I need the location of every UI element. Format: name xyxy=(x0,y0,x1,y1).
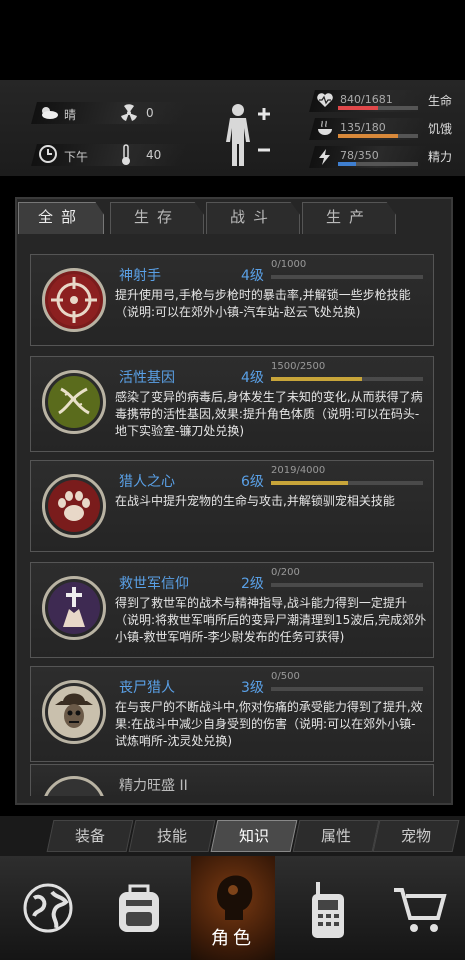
skill-level: 4级 xyxy=(241,370,264,386)
sub-tab-knowledge[interactable]: 知识 xyxy=(210,820,298,852)
clock-icon xyxy=(39,145,57,163)
tab-survival[interactable]: 生存 xyxy=(110,202,204,234)
zombie-hunter-icon xyxy=(42,680,106,744)
skill-progress-bar xyxy=(271,377,423,381)
skill-card[interactable]: 救世军信仰 2级 0/200 得到了救世军的战术与精神指导,战斗能力得到一定提升… xyxy=(30,562,434,658)
paw-icon xyxy=(42,474,106,538)
energy-value: 78/350 xyxy=(340,149,379,162)
hunger-bar xyxy=(338,134,418,138)
radiation-value: 0 xyxy=(146,106,154,120)
sub-tab-skills[interactable]: 技能 xyxy=(128,820,216,852)
health-label: 生命 xyxy=(428,94,453,108)
skill-name: 活性基因 xyxy=(119,370,175,386)
skill-card[interactable]: 神射手 4级 0/1000 提升使用弓,手枪与步枪时的暴击率,并解锁一些步枪技能… xyxy=(30,254,434,346)
praying-cross-icon xyxy=(42,576,106,640)
skill-level: 6级 xyxy=(241,474,264,490)
main-nav: 角色 xyxy=(0,856,465,960)
body-status-icon[interactable] xyxy=(222,102,274,168)
nav-map[interactable] xyxy=(6,856,90,960)
weather-cloud-sun-icon xyxy=(42,107,58,119)
sub-tab-equipment[interactable]: 装备 xyxy=(46,820,134,852)
sub-tab-bar: 装备 技能 知识 属性 宠物 xyxy=(0,816,465,856)
backpack-icon xyxy=(119,884,159,932)
status-header: 晴 0 下午 40 840/1681 生命 135/180 饥饿 78/350 … xyxy=(0,80,465,176)
tab-combat[interactable]: 战斗 xyxy=(206,202,300,234)
skill-name: 神射手 xyxy=(119,268,161,284)
skill-name: 精力旺盛 II xyxy=(119,778,188,794)
skill-card[interactable]: 丧尸猎人 3级 0/500 在与丧尸的不断战斗中,你对伤痛的承受能力得到了提升,… xyxy=(30,666,434,762)
skill-list[interactable]: 神射手 4级 0/1000 提升使用弓,手枪与步枪时的暴击率,并解锁一些步枪技能… xyxy=(26,234,438,796)
skill-description: 在战斗中提升宠物的生命与攻击,并解锁驯宠相关技能 xyxy=(115,494,395,508)
skill-card[interactable]: 猎人之心 6级 2019/4000 在战斗中提升宠物的生命与攻击,并解锁驯宠相关… xyxy=(30,460,434,552)
nav-inventory[interactable] xyxy=(96,856,180,960)
nav-character-label: 角色 xyxy=(211,928,255,949)
skill-description: 感染了变异的病毒后,身体发生了未知的变化,从而获得了病毒携带的活性基因,效果:提… xyxy=(115,390,423,438)
skill-description: 提升使用弓,手枪与步枪时的暴击率,并解锁一些步枪技能（说明:可以在郊外小镇-汽车… xyxy=(115,288,411,319)
weather-text: 晴 xyxy=(64,108,77,122)
skill-level: 3级 xyxy=(241,680,264,696)
thermometer-icon xyxy=(122,144,130,165)
skill-progress-bar xyxy=(271,687,423,691)
skill-progress-bar xyxy=(271,583,423,587)
energy-bolt-icon xyxy=(319,149,330,165)
nav-shop[interactable] xyxy=(378,856,462,960)
skill-description: 在与丧尸的不断战斗中,你对伤痛的承受能力得到了提升,效果:在战斗中减少自身受到的… xyxy=(115,700,423,748)
skill-progress-text: 0/500 xyxy=(271,671,300,682)
skill-name: 丧尸猎人 xyxy=(119,680,175,696)
energy-bar xyxy=(338,162,418,166)
skill-description: 得到了救世军的战术与精神指导,战斗能力得到一定提升（说明:将救世军哨所后的变异尸… xyxy=(115,596,427,644)
skill-progress-bar xyxy=(271,275,423,279)
skill-progress-text: 0/1000 xyxy=(271,259,307,270)
skill-card[interactable]: 精力旺盛 II xyxy=(30,764,434,796)
health-bar xyxy=(338,106,418,110)
tab-production[interactable]: 生产 xyxy=(302,202,396,234)
character-head-icon xyxy=(217,875,253,920)
hunger-value: 135/180 xyxy=(340,121,386,134)
skill-level: 2级 xyxy=(241,576,264,592)
hunger-label: 饥饿 xyxy=(428,122,453,136)
dna-icon xyxy=(42,370,106,434)
time-of-day: 下午 xyxy=(64,150,89,164)
heart-pulse-icon xyxy=(317,93,333,107)
skill-name: 救世军信仰 xyxy=(119,576,189,592)
sub-tab-attributes[interactable]: 属性 xyxy=(292,820,380,852)
energy-icon xyxy=(42,776,106,796)
health-value: 840/1681 xyxy=(340,93,393,106)
energy-label: 精力 xyxy=(428,150,453,164)
radiation-icon xyxy=(121,104,137,121)
top-blank xyxy=(0,0,465,80)
nav-character[interactable]: 角色 xyxy=(191,856,275,960)
sub-tab-pets[interactable]: 宠物 xyxy=(372,820,460,852)
skill-progress-text: 1500/2500 xyxy=(271,361,326,372)
skill-progress-text: 2019/4000 xyxy=(271,465,326,476)
radio-icon xyxy=(312,882,344,938)
skill-progress-bar xyxy=(271,481,423,485)
tab-all[interactable]: 全部 xyxy=(18,202,104,234)
globe-icon xyxy=(23,883,73,933)
crosshair-icon xyxy=(42,268,106,332)
shopping-cart-icon xyxy=(394,888,447,932)
nav-radio[interactable] xyxy=(286,856,370,960)
food-bowl-icon xyxy=(318,120,332,135)
skill-name: 猎人之心 xyxy=(119,474,175,490)
skill-progress-text: 0/200 xyxy=(271,567,300,578)
skill-card[interactable]: 活性基因 4级 1500/2500 感染了变异的病毒后,身体发生了未知的变化,从… xyxy=(30,356,434,452)
temperature-value: 40 xyxy=(146,148,162,162)
skill-level: 4级 xyxy=(241,268,264,284)
